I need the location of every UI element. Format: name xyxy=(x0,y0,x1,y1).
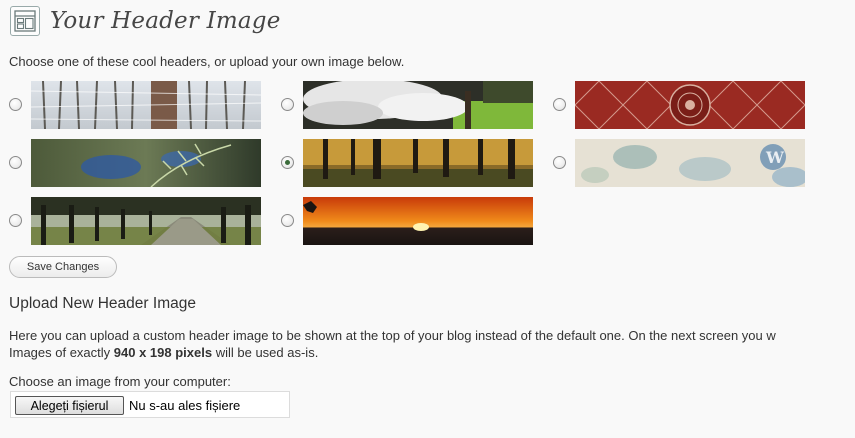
header-options-grid: W xyxy=(9,81,855,247)
intro-text: Choose one of these cool headers, or upl… xyxy=(9,54,405,69)
header-radio[interactable] xyxy=(553,156,566,169)
upload-description: Here you can upload a custom header imag… xyxy=(9,327,855,361)
header-thumbnail[interactable] xyxy=(575,81,805,129)
header-thumbnail[interactable] xyxy=(31,197,261,245)
upload-heading: Upload New Header Image xyxy=(9,295,196,312)
save-changes-button[interactable]: Save Changes xyxy=(9,256,117,278)
header-option-autumn-forest[interactable] xyxy=(281,139,541,187)
upload-description-line1: Here you can upload a custom header imag… xyxy=(9,328,776,343)
header-option-blossom-tree[interactable] xyxy=(281,81,541,129)
svg-text:W: W xyxy=(765,148,785,167)
header-option-fern-leaves[interactable] xyxy=(9,139,269,187)
header-thumbnail[interactable] xyxy=(303,81,533,129)
header-option-watercolor-wordpress[interactable]: W xyxy=(553,139,813,187)
appearance-icon xyxy=(10,6,40,36)
page-header: Your Header Image xyxy=(10,4,281,38)
header-radio[interactable] xyxy=(281,156,294,169)
file-input[interactable]: Alegeți fișierul Nu s-au ales fișiere xyxy=(10,391,290,418)
header-thumbnail[interactable] xyxy=(31,139,261,187)
header-radio[interactable] xyxy=(281,98,294,111)
file-status: Nu s-au ales fișiere xyxy=(129,398,241,413)
header-thumbnail[interactable]: W xyxy=(575,139,805,187)
header-radio[interactable] xyxy=(9,156,22,169)
header-thumbnail[interactable] xyxy=(303,139,533,187)
dimension-size: 940 x 198 pixels xyxy=(113,345,213,360)
header-radio[interactable] xyxy=(553,98,566,111)
header-radio[interactable] xyxy=(281,214,294,227)
dimension-suffix: will be used as-is. xyxy=(212,345,319,360)
header-radio[interactable] xyxy=(9,98,22,111)
header-option-sunset[interactable] xyxy=(281,197,541,245)
header-option-winter-forest[interactable] xyxy=(9,81,269,129)
header-thumbnail[interactable] xyxy=(303,197,533,245)
choose-file-button[interactable]: Alegeți fișierul xyxy=(15,396,124,415)
page-title: Your Header Image xyxy=(50,8,281,34)
header-option-red-pattern[interactable] xyxy=(553,81,813,129)
choose-file-label: Choose an image from your computer: xyxy=(9,374,231,389)
header-thumbnail[interactable] xyxy=(31,81,261,129)
upload-description-line2: Images of exactly 940 x 198 pixels will … xyxy=(9,344,855,361)
header-option-tree-avenue[interactable] xyxy=(9,197,269,245)
header-radio[interactable] xyxy=(9,214,22,227)
dimension-prefix: Images of exactly xyxy=(9,345,114,360)
